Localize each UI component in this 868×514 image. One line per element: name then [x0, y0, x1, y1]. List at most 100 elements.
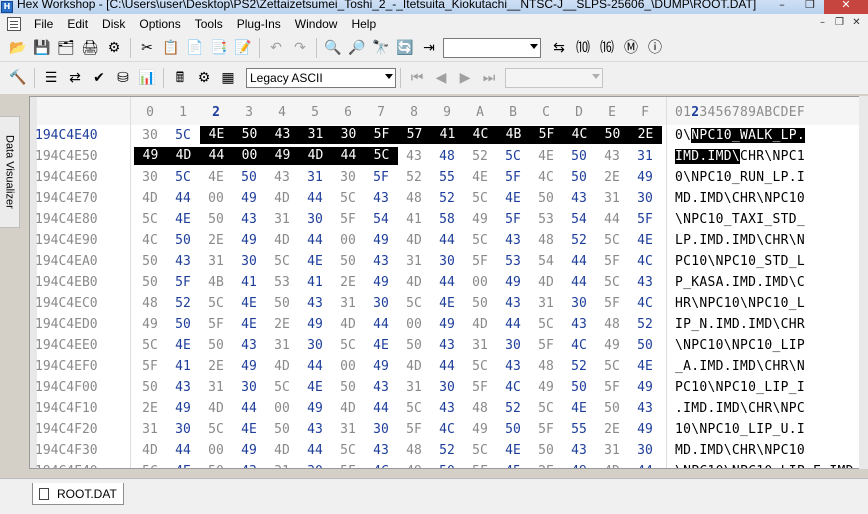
hex-byte[interactable]: 5C	[171, 128, 195, 143]
hex-row[interactable]: 194C4E70 4D 44 00 49 4D 44 5C 43 48 52 5C 4E 50 43 31 30…	[30, 188, 867, 209]
hex-byte[interactable]: 49	[138, 317, 162, 332]
ascii-text[interactable]: _A.IMD.IMD\CHR\N	[675, 359, 805, 374]
hex-byte[interactable]: 30	[369, 422, 393, 437]
hex-byte[interactable]: 50	[534, 191, 558, 206]
hex-byte[interactable]: 43	[237, 464, 261, 468]
hex-byte[interactable]: 4E	[171, 338, 195, 353]
find-next-icon[interactable]: 🔎	[347, 38, 367, 58]
hex-byte[interactable]: 50	[204, 338, 228, 353]
hex-row[interactable]: 194C4F20 31 30 5C 4E 50 43 31 30 5F 4C 49 50 5F 55 2E 49…	[30, 419, 867, 440]
hex-byte[interactable]: 00	[402, 317, 426, 332]
hex-byte[interactable]: 30	[332, 126, 365, 144]
hex-byte[interactable]: 4E	[435, 296, 459, 311]
hex-byte[interactable]: 43	[435, 338, 459, 353]
ascii-text[interactable]: P_KASA.IMD.IMD\C	[675, 275, 805, 290]
hex-byte[interactable]: 31	[270, 338, 294, 353]
hex-row[interactable]: 194C4E40 30 5C 4E 50 43 31 30 5F 57 41 4C 4B 5F 4C 50 2E…	[30, 125, 867, 146]
hex-byte[interactable]: 5C	[600, 233, 624, 248]
hex-byte[interactable]: 5F	[138, 359, 162, 374]
statistics-icon[interactable]: 📊	[137, 68, 157, 88]
menu-disk[interactable]: Disk	[95, 17, 132, 31]
bit-operations-icon[interactable]: ✔	[89, 68, 109, 88]
hex-byte[interactable]: 30	[633, 191, 657, 206]
hex-byte[interactable]: 5F	[468, 254, 492, 269]
hex-byte[interactable]: 00	[468, 275, 492, 290]
hex-byte[interactable]: 43	[501, 359, 525, 374]
hex-byte[interactable]: 49	[303, 401, 327, 416]
hex-byte[interactable]: 4D	[534, 275, 558, 290]
hex-byte[interactable]: 44	[303, 443, 327, 458]
hex-byte[interactable]: 52	[501, 401, 525, 416]
hex-byte[interactable]: 48	[402, 443, 426, 458]
hex-byte[interactable]: 49	[134, 147, 167, 165]
hex-byte[interactable]: 31	[336, 296, 360, 311]
hex-byte[interactable]: 55	[435, 170, 459, 185]
paste-special-icon[interactable]: 📑	[209, 38, 229, 58]
hex-byte[interactable]: 4E	[171, 464, 195, 468]
ascii-text[interactable]: IP_N.IMD.IMD\CHR	[675, 317, 805, 332]
hex-byte[interactable]: 2E	[600, 170, 624, 185]
first-record-icon[interactable]: ⏮	[407, 68, 427, 88]
hammer-icon[interactable]: 🔨	[8, 68, 28, 88]
hex-byte[interactable]: 4C	[138, 233, 162, 248]
hex-byte[interactable]: 4D	[138, 443, 162, 458]
hex-byte[interactable]: 4E	[303, 380, 327, 395]
hex-byte[interactable]: 44	[369, 317, 393, 332]
hex-byte[interactable]: 30	[138, 170, 162, 185]
hex-row[interactable]: 194C4F10 2E 49 4D 44 00 49 4D 44 5C 43 48 52 5C 4E 50 43…	[30, 398, 867, 419]
ascii-text[interactable]: \NPC10_TAXI_STD_	[675, 212, 805, 227]
hex-byte[interactable]: 00	[336, 359, 360, 374]
hex-byte[interactable]: 49	[468, 212, 492, 227]
close-button[interactable]: ✕	[824, 0, 868, 14]
hex-row[interactable]: 194C4EB0 50 5F 4B 41 53 41 2E 49 4D 44 00 49 4D 44 5C 43…	[30, 272, 867, 293]
hex-byte[interactable]: 49	[237, 443, 261, 458]
hex-byte[interactable]: 5C	[336, 191, 360, 206]
hex-byte[interactable]: 52	[435, 191, 459, 206]
hex-byte[interactable]: 31	[204, 254, 228, 269]
hex-row[interactable]: 194C4F00 50 43 31 30 5C 4E 50 43 31 30 5F 4C 49 50 5F 49…	[30, 377, 867, 398]
hex-byte[interactable]: 4D	[336, 401, 360, 416]
ascii-text[interactable]: \NPC10\NPC10_LIP_E.IMD	[675, 464, 854, 468]
hex-byte[interactable]: 50	[336, 380, 360, 395]
hex-byte[interactable]: 30	[237, 254, 261, 269]
document-system-menu-icon[interactable]	[7, 17, 21, 31]
hex-byte[interactable]: 5F	[171, 275, 195, 290]
hex-byte[interactable]: 4C	[534, 170, 558, 185]
menu-file[interactable]: File	[27, 17, 60, 31]
hex-byte[interactable]: 53	[501, 254, 525, 269]
hex-byte[interactable]: 5C	[336, 338, 360, 353]
hex-byte[interactable]: 43	[237, 212, 261, 227]
calculator-icon[interactable]: 🖩	[170, 68, 190, 88]
hex-byte[interactable]: 43	[567, 191, 591, 206]
hex-byte[interactable]: 43	[633, 401, 657, 416]
ascii-text[interactable]: HR\NPC10\NPC10_L	[675, 296, 805, 311]
document-close-button[interactable]: ✕	[849, 16, 864, 30]
hex-byte[interactable]: 52	[435, 443, 459, 458]
hex-byte[interactable]: 5F	[204, 317, 228, 332]
hex-byte[interactable]: 00	[204, 443, 228, 458]
hex-byte[interactable]: 30	[171, 422, 195, 437]
hex-byte[interactable]: 44	[435, 359, 459, 374]
hex-byte[interactable]: 44	[435, 275, 459, 290]
hex-byte[interactable]: 44	[567, 275, 591, 290]
hex-byte[interactable]: 2E	[204, 359, 228, 374]
hex-byte[interactable]: 43	[567, 443, 591, 458]
redo-icon[interactable]: ↷	[290, 38, 310, 58]
hex-byte[interactable]: 31	[534, 296, 558, 311]
hex-byte[interactable]: 4E	[200, 126, 233, 144]
cut-icon[interactable]: ✂	[137, 38, 157, 58]
ascii-text[interactable]: PC10\NPC10_LIP_I	[675, 380, 805, 395]
hex-byte[interactable]: 58	[435, 212, 459, 227]
hex-byte[interactable]: 5C	[138, 338, 162, 353]
hex-byte[interactable]: 44	[200, 147, 233, 165]
hex-byte[interactable]: 44	[237, 401, 261, 416]
hex-byte[interactable]: 30	[336, 170, 360, 185]
last-record-icon[interactable]: ⏭	[479, 68, 499, 88]
encoding-icon[interactable]: ▦	[218, 68, 238, 88]
hex-byte[interactable]: 4E	[468, 170, 492, 185]
hex-row[interactable]: 194C4F40 5C 4E 50 43 31 30 5F 4C 49 50 5F 45 2E 49 4D 44…	[30, 461, 867, 468]
hex-byte[interactable]: 50	[501, 422, 525, 437]
hex-byte[interactable]: 43	[600, 149, 624, 164]
hex-byte[interactable]: 4C	[633, 254, 657, 269]
properties-icon[interactable]: ⚙	[104, 38, 124, 58]
